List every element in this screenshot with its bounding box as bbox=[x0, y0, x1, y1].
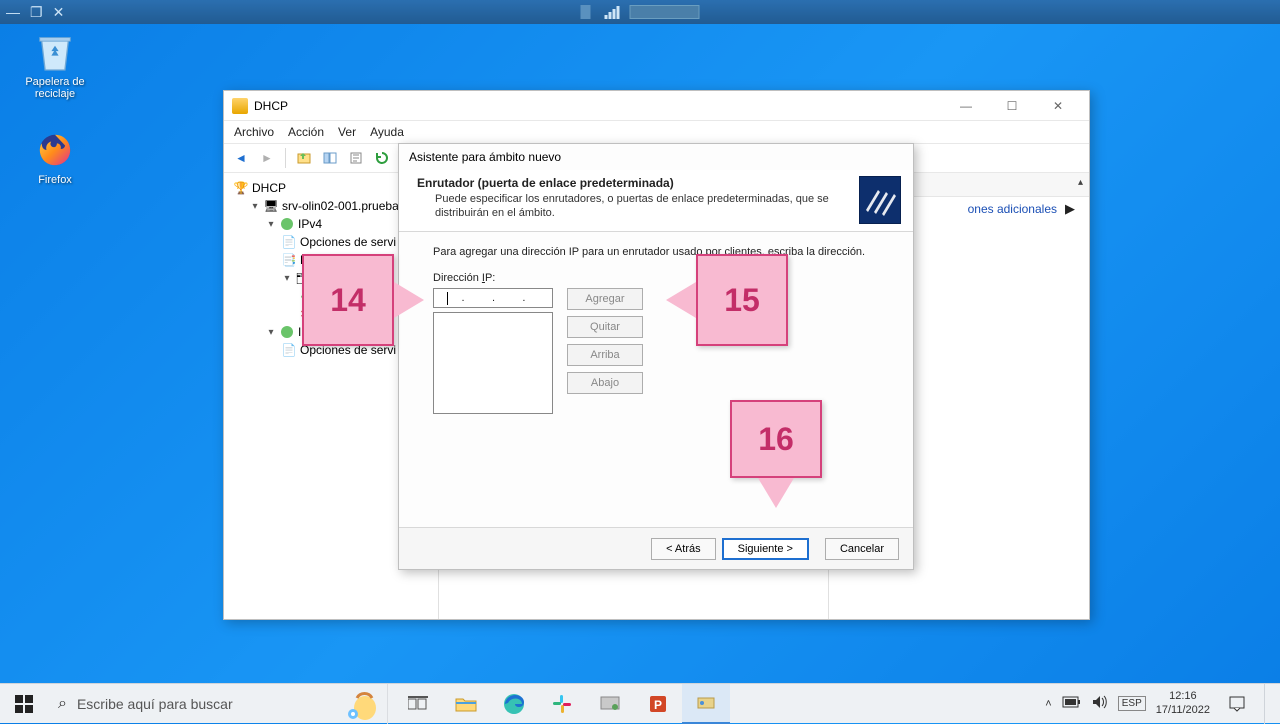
task-view-button[interactable] bbox=[394, 684, 442, 724]
wizard-banner-icon bbox=[859, 176, 901, 224]
ipv6-icon bbox=[280, 325, 294, 339]
window-maximize-button[interactable]: ☐ bbox=[989, 92, 1035, 120]
chevron-right-icon: ▶ bbox=[1065, 201, 1075, 217]
recycle-bin-shortcut[interactable]: Papelera de reciclaje bbox=[15, 32, 95, 100]
dhcp-app-icon bbox=[232, 98, 248, 114]
wizard-title[interactable]: Asistente para ámbito nuevo bbox=[399, 144, 913, 170]
annotation-14: 14 bbox=[302, 254, 394, 346]
cancel-button[interactable]: Cancelar bbox=[825, 538, 899, 560]
taskbar-powerpoint[interactable]: P bbox=[634, 684, 682, 724]
dhcp-title: DHCP bbox=[254, 99, 288, 113]
next-button[interactable]: Siguiente > bbox=[722, 538, 809, 560]
move-up-button[interactable]: Arriba bbox=[567, 344, 643, 366]
taskbar-search[interactable]: ⌕ Escribe aquí para buscar bbox=[48, 684, 388, 724]
wizard-heading: Enrutador (puerta de enlace predetermina… bbox=[417, 176, 859, 190]
search-icon: ⌕ bbox=[58, 695, 67, 713]
tray-battery-icon[interactable] bbox=[1062, 696, 1082, 711]
folder-icon: 📄 bbox=[282, 343, 296, 357]
toolbar-show-hide-button[interactable] bbox=[319, 147, 341, 169]
more-actions-link[interactable]: ones adicionales ▶ bbox=[968, 201, 1075, 217]
menu-file[interactable]: Archivo bbox=[234, 125, 274, 139]
back-button[interactable]: < Atrás bbox=[651, 538, 716, 560]
menu-action[interactable]: Acción bbox=[288, 125, 324, 139]
firefox-shortcut[interactable]: Firefox bbox=[15, 130, 95, 186]
annotation-14-arrow-icon bbox=[394, 282, 424, 318]
annotation-15: 15 bbox=[696, 254, 788, 346]
ip-address-input[interactable]: ... bbox=[433, 288, 553, 308]
annotation-16: 16 bbox=[730, 400, 822, 478]
ip-address-listbox[interactable] bbox=[433, 312, 553, 414]
start-button[interactable] bbox=[0, 684, 48, 724]
toolbar-export-button[interactable] bbox=[345, 147, 367, 169]
wizard-subheading: Puede especificar los enrutadores, o pue… bbox=[417, 193, 859, 221]
tray-volume-icon[interactable] bbox=[1092, 695, 1108, 712]
add-button[interactable]: Agregar bbox=[567, 288, 643, 310]
toolbar-refresh-button[interactable] bbox=[371, 147, 393, 169]
policies-icon: 📑 bbox=[282, 253, 296, 267]
firefox-icon bbox=[35, 130, 75, 170]
notifications-button[interactable] bbox=[1220, 684, 1254, 724]
search-placeholder-text: Escribe aquí para buscar bbox=[77, 696, 233, 712]
dhcp-root-icon: 🏆 bbox=[234, 181, 248, 195]
vm-name-label bbox=[630, 5, 700, 19]
annotation-15-arrow-icon bbox=[666, 282, 696, 318]
maximize-icon[interactable]: ❐ bbox=[30, 4, 43, 21]
taskbar-dhcp[interactable] bbox=[682, 684, 730, 724]
taskbar-explorer[interactable] bbox=[442, 684, 490, 724]
firefox-label: Firefox bbox=[15, 174, 95, 186]
signal-icon bbox=[605, 6, 620, 19]
window-minimize-button[interactable]: — bbox=[943, 92, 989, 120]
move-down-button[interactable]: Abajo bbox=[567, 372, 643, 394]
remove-button[interactable]: Quitar bbox=[567, 316, 643, 338]
taskbar-edge[interactable] bbox=[490, 684, 538, 724]
wizard-footer: < Atrás Siguiente > Cancelar bbox=[399, 527, 913, 569]
svg-text:P: P bbox=[654, 698, 662, 712]
taskbar-slack[interactable] bbox=[538, 684, 586, 724]
menu-help[interactable]: Ayuda bbox=[370, 125, 404, 139]
tray-language-text[interactable]: ESP bbox=[1118, 696, 1146, 711]
show-desktop-button[interactable] bbox=[1264, 684, 1272, 724]
collapse-icon[interactable]: ▴ bbox=[1078, 177, 1083, 188]
taskbar-server-manager[interactable] bbox=[586, 684, 634, 724]
toolbar-up-button[interactable] bbox=[293, 147, 315, 169]
server-icon: 🖥 bbox=[264, 199, 278, 213]
toolbar-back-button[interactable]: ◄ bbox=[230, 147, 252, 169]
dhcp-titlebar[interactable]: DHCP — ☐ ✕ bbox=[224, 91, 1089, 121]
folder-icon: 📄 bbox=[282, 235, 296, 249]
wizard-header: Enrutador (puerta de enlace predetermina… bbox=[399, 170, 913, 232]
recycle-bin-label: Papelera de reciclaje bbox=[15, 76, 95, 100]
wizard-instruction: Para agregar una dirección IP para un en… bbox=[433, 246, 879, 258]
minimize-icon[interactable]: — bbox=[6, 4, 20, 21]
dhcp-menubar: Archivo Acción Ver Ayuda bbox=[224, 121, 1089, 143]
cortana-icon bbox=[341, 686, 381, 722]
new-scope-wizard-dialog: Asistente para ámbito nuevo Enrutador (p… bbox=[398, 143, 914, 570]
menu-view[interactable]: Ver bbox=[338, 125, 356, 139]
ipv4-icon bbox=[280, 217, 294, 231]
grip-icon[interactable] bbox=[581, 5, 591, 19]
taskbar: ⌕ Escribe aquí para buscar P ˄ ESP 12:16… bbox=[0, 683, 1280, 723]
close-icon[interactable]: ✕ bbox=[53, 4, 65, 21]
toolbar-forward-button[interactable]: ► bbox=[256, 147, 278, 169]
vm-title-bar: — ❐ ✕ bbox=[0, 0, 1280, 24]
taskbar-clock[interactable]: 12:16 17/11/2022 bbox=[1156, 690, 1210, 716]
recycle-bin-icon bbox=[35, 32, 75, 72]
annotation-16-arrow-icon bbox=[758, 478, 794, 508]
tray-chevron-up-icon[interactable]: ˄ bbox=[1045, 698, 1051, 710]
ip-address-label: Dirección IP: bbox=[433, 272, 879, 284]
window-close-button[interactable]: ✕ bbox=[1035, 92, 1081, 120]
